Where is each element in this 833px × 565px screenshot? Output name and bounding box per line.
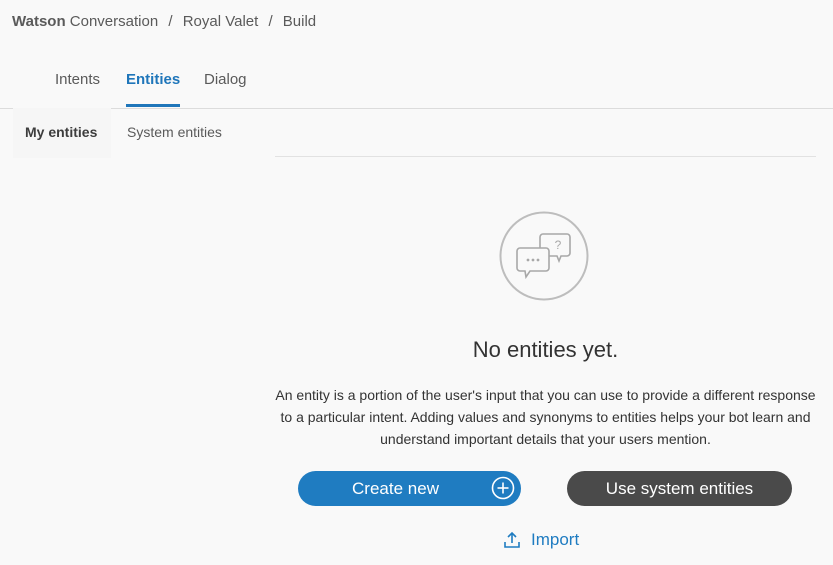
empty-state-title: No entities yet. — [472, 337, 619, 362]
main-tab-bar: Intents Entities Dialog — [0, 60, 833, 109]
tab-dialog[interactable]: Dialog — [204, 71, 247, 107]
breadcrumb: Watson Conversation / Royal Valet / Buil… — [12, 13, 316, 30]
breadcrumb-current-page: Build — [282, 13, 317, 30]
import-link[interactable]: Import — [503, 528, 579, 552]
subtab-my-entities[interactable]: My entities — [13, 108, 112, 158]
breadcrumb-brand-bold: Watson — [12, 13, 66, 30]
create-new-label: Create new — [352, 478, 439, 498]
import-label: Import — [531, 530, 580, 549]
chat-question-icon: ? — [499, 211, 589, 301]
breadcrumb-workspace-link[interactable]: Royal Valet — [183, 13, 259, 30]
breadcrumb-brand-rest: Conversation — [65, 13, 159, 30]
use-system-entities-button[interactable]: Use system entities — [567, 471, 792, 506]
use-system-entities-label: Use system entities — [605, 478, 754, 498]
tab-intents[interactable]: Intents — [55, 71, 100, 107]
subtab-system-entities[interactable]: System entities — [127, 108, 222, 158]
create-new-button[interactable]: Create new — [298, 471, 521, 506]
empty-state-description: An entity is a portion of the user's inp… — [275, 387, 816, 447]
upload-icon — [503, 531, 521, 549]
content-divider — [275, 156, 816, 157]
svg-text:?: ? — [555, 238, 562, 252]
breadcrumb-separator: / — [168, 13, 173, 30]
tab-entities[interactable]: Entities — [126, 71, 181, 107]
add-circle-icon — [491, 476, 515, 500]
breadcrumb-separator: / — [268, 13, 273, 30]
